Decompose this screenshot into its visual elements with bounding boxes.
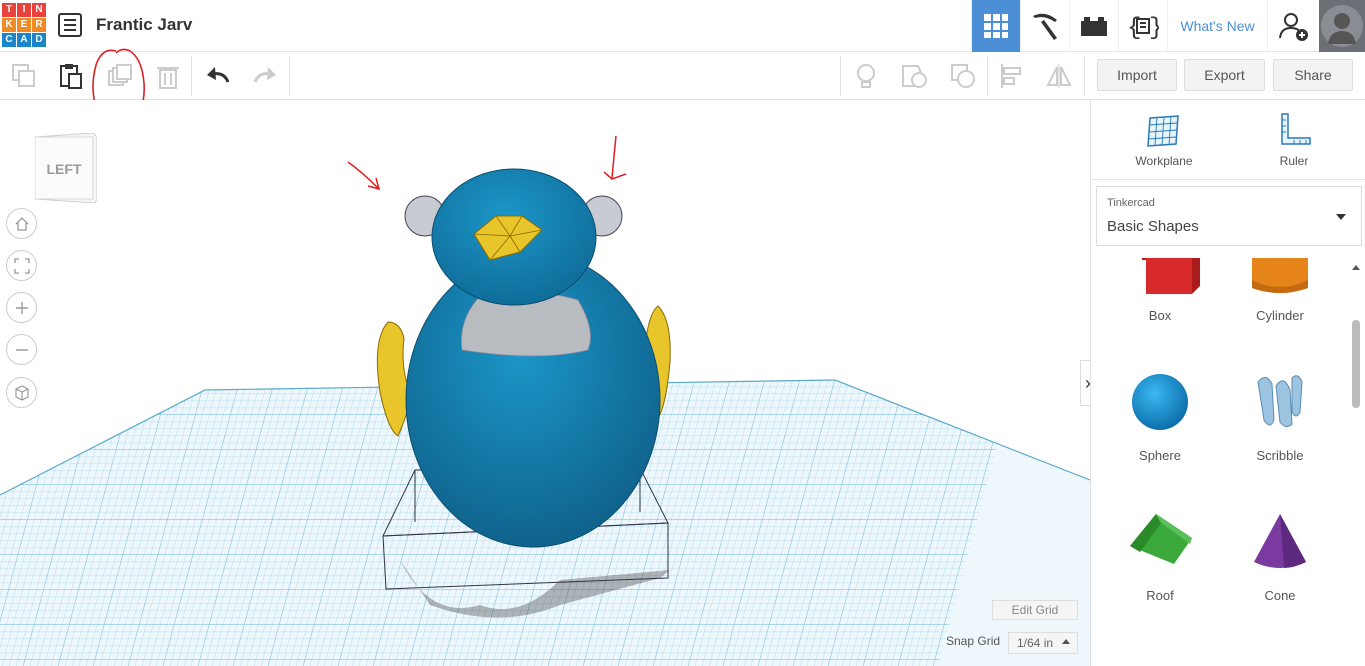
logo-letter: K xyxy=(2,18,16,32)
shapes-panel: Workplane Ruler Tinkercad Basic Shapes B… xyxy=(1090,100,1365,666)
panel-tools: Workplane Ruler xyxy=(1091,100,1365,180)
ruler-label: Ruler xyxy=(1279,154,1309,168)
shape-sphere[interactable]: Sphere xyxy=(1100,368,1220,463)
ruler-tool[interactable]: Ruler xyxy=(1249,112,1339,168)
view-cube[interactable]: LEFT xyxy=(34,132,98,204)
shape-box[interactable]: Box xyxy=(1100,258,1220,323)
tinkercad-logo[interactable]: T I N K E R C A D xyxy=(2,3,46,49)
shape-label: Cone xyxy=(1264,588,1296,603)
box-icon xyxy=(1142,258,1200,294)
workplane-tool[interactable]: Workplane xyxy=(1119,112,1209,168)
delete-icon[interactable] xyxy=(154,62,182,90)
logo-letter: A xyxy=(17,33,31,47)
redo-icon[interactable] xyxy=(251,62,279,90)
perspective-icon[interactable] xyxy=(6,377,37,408)
undo-icon[interactable] xyxy=(204,62,232,90)
shape-roof[interactable]: Roof xyxy=(1100,508,1220,603)
align-icon[interactable] xyxy=(998,62,1026,90)
shape-cone[interactable]: Cone xyxy=(1220,508,1340,603)
whats-new-link[interactable]: What's New xyxy=(1167,0,1267,52)
pickaxe-icon[interactable] xyxy=(1020,0,1069,52)
avatar[interactable] xyxy=(1319,0,1365,52)
cylinder-icon xyxy=(1252,258,1308,293)
home-view-icon[interactable] xyxy=(6,208,37,239)
design-menu-icon[interactable] xyxy=(58,13,82,37)
top-right-nav: {} What's New xyxy=(971,0,1365,52)
panel-scrollbar[interactable] xyxy=(1349,260,1363,666)
caret-down-icon xyxy=(1336,214,1346,220)
shape-label: Roof xyxy=(1146,588,1174,603)
ruler-icon xyxy=(1281,113,1311,145)
add-user-icon[interactable] xyxy=(1267,0,1319,52)
project-title[interactable]: Frantic Jarv xyxy=(96,15,192,35)
shape-label: Scribble xyxy=(1256,448,1304,463)
logo-letter: R xyxy=(32,18,46,32)
logo-letter: D xyxy=(32,33,46,47)
ungroup-icon[interactable] xyxy=(949,62,977,90)
roof-icon xyxy=(1130,514,1192,564)
tinkercad-app: T I N K E R C A D Frantic Jarv {What's … xyxy=(0,0,1365,666)
codeblocks-icon[interactable]: {} xyxy=(1118,0,1167,52)
snap-grid-label: Snap Grid xyxy=(946,634,1001,648)
cone-icon xyxy=(1254,514,1306,568)
library-name: Basic Shapes xyxy=(1107,218,1199,235)
svg-text:}: } xyxy=(1149,15,1159,40)
edit-grid-button[interactable]: Edit Grid xyxy=(992,600,1078,620)
workplane-label: Workplane xyxy=(1135,154,1193,168)
import-button[interactable]: Import xyxy=(1097,59,1177,91)
zoom-out-icon[interactable] xyxy=(6,334,37,365)
3d-design-grid-icon[interactable] xyxy=(971,0,1020,52)
scroll-up-icon[interactable] xyxy=(1349,262,1363,272)
shape-grid: Box Cylinder Sphere Scribble Roof Cone xyxy=(1091,258,1349,666)
workplane-icon xyxy=(1147,115,1179,147)
edit-toolbar: Import Export Share xyxy=(0,52,1365,100)
logo-letter: T xyxy=(2,3,16,17)
group-icon[interactable] xyxy=(900,62,928,90)
copy-icon[interactable] xyxy=(10,62,38,90)
shape-label: Box xyxy=(1148,308,1172,323)
zoom-in-icon[interactable] xyxy=(6,292,37,323)
top-bar: T I N K E R C A D Frantic Jarv {What's … xyxy=(0,0,1365,52)
logo-letter: N xyxy=(32,3,46,17)
shape-label: Cylinder xyxy=(1256,308,1304,323)
share-button[interactable]: Share xyxy=(1273,59,1353,91)
scribble-icon xyxy=(1257,375,1303,428)
3d-viewport[interactable]: LEFT Edit Grid Snap Grid 1/64 in xyxy=(0,100,1090,666)
shape-library-select[interactable]: Tinkercad Basic Shapes xyxy=(1096,186,1362,246)
snap-grid-select[interactable]: 1/64 in xyxy=(1008,632,1078,654)
caret-up-icon xyxy=(1062,639,1070,644)
scroll-thumb[interactable] xyxy=(1352,320,1360,408)
view-cube-label: LEFT xyxy=(47,161,82,177)
shape-label: Sphere xyxy=(1139,448,1181,463)
notes-icon[interactable] xyxy=(852,62,880,90)
mirror-icon[interactable] xyxy=(1045,62,1073,90)
logo-letter: C xyxy=(2,33,16,47)
fit-view-icon[interactable] xyxy=(6,250,37,281)
bricks-icon[interactable] xyxy=(1069,0,1118,52)
sphere-icon xyxy=(1132,374,1188,430)
snap-grid-value: 1/64 in xyxy=(1017,636,1054,650)
logo-letter: E xyxy=(17,18,31,32)
paste-icon[interactable] xyxy=(57,62,85,90)
logo-letter: I xyxy=(17,3,31,17)
shape-cylinder[interactable]: Cylinder xyxy=(1220,258,1340,323)
shape-scribble[interactable]: Scribble xyxy=(1220,368,1340,463)
library-source: Tinkercad xyxy=(1107,197,1155,209)
export-button[interactable]: Export xyxy=(1184,59,1265,91)
